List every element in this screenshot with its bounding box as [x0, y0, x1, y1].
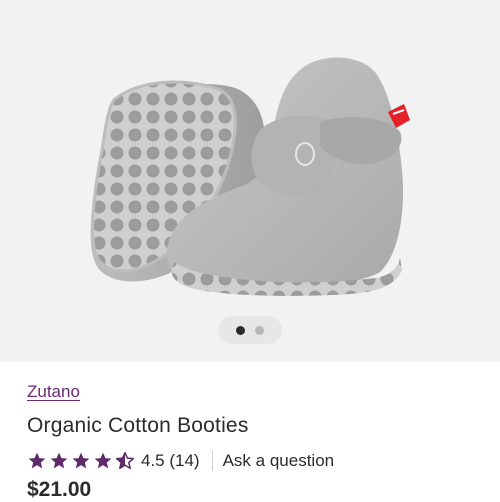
rating-stars[interactable] [27, 451, 135, 471]
product-title: Organic Cotton Booties [27, 414, 249, 437]
carousel-indicator [218, 316, 282, 344]
rating-row: 4.5 (14) Ask a question [27, 449, 334, 473]
product-image-carousel[interactable] [0, 0, 500, 362]
divider [211, 451, 213, 471]
star-icon [94, 452, 112, 469]
product-image [90, 57, 410, 296]
ask-question-link[interactable]: Ask a question [223, 451, 335, 471]
carousel-dot-2[interactable] [255, 325, 264, 335]
brand-link[interactable]: Zutano [27, 382, 80, 402]
star-half-icon [115, 451, 135, 470]
star-icon [28, 452, 46, 469]
rating-summary[interactable]: 4.5 (14) [141, 451, 200, 471]
product-price: $21.00 [27, 478, 92, 501]
carousel-dot-1[interactable] [236, 325, 245, 335]
star-icon [72, 452, 90, 469]
star-icon [50, 452, 68, 469]
